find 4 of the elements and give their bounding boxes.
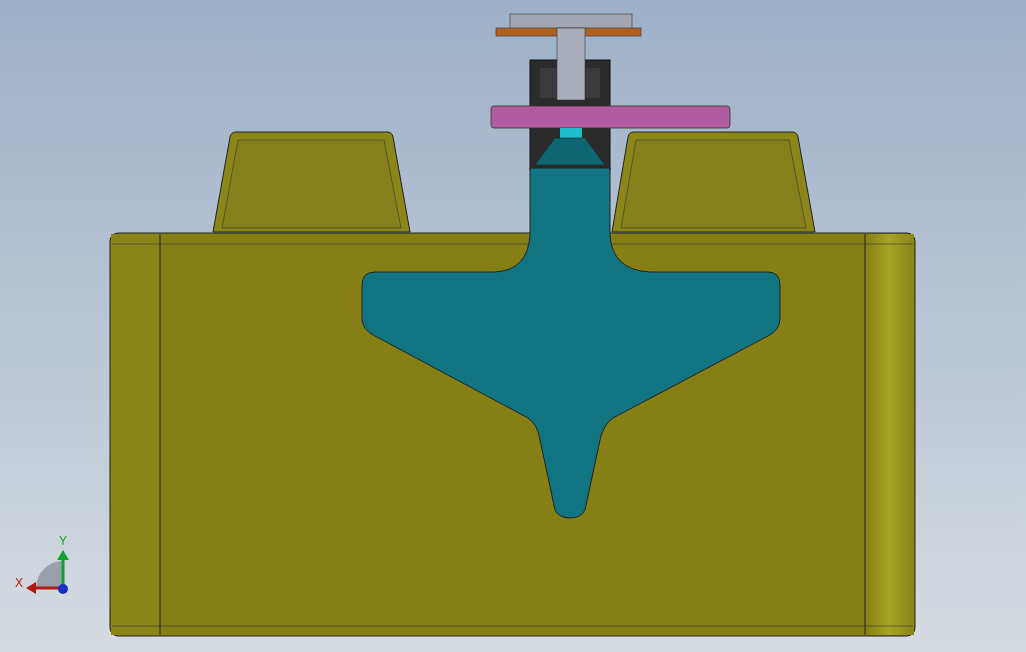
z-axis-dot-icon (58, 584, 68, 594)
x-axis-label: X (15, 576, 23, 590)
y-axis-label: Y (59, 534, 67, 548)
triad-plane-icon (36, 561, 63, 588)
